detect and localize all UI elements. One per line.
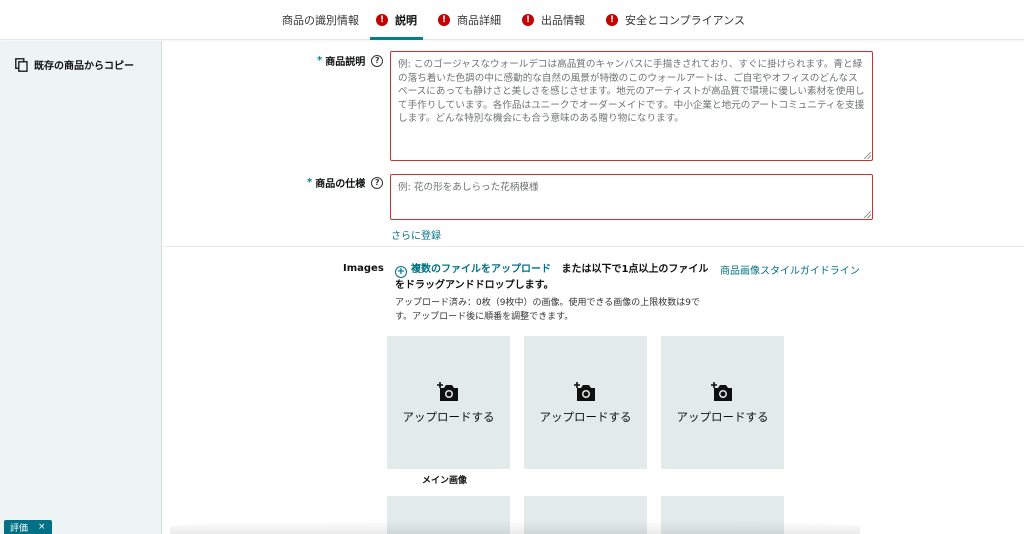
required-mark: * xyxy=(307,177,313,188)
camera-plus-icon xyxy=(436,381,458,401)
tab-description[interactable]: ! 説明 xyxy=(370,0,423,40)
main-image-label: メイン画像 xyxy=(422,476,468,486)
copy-icon xyxy=(15,57,28,72)
upload-slot-label: アップロードする xyxy=(676,409,769,424)
camera-plus-icon xyxy=(710,381,732,401)
image-upload-slot[interactable]: アップロードする xyxy=(524,336,647,469)
image-style-guide-link[interactable]: 商品画像スタイルガイドライン xyxy=(720,262,860,277)
camera-plus-icon xyxy=(573,381,595,401)
resize-handle[interactable] xyxy=(864,211,871,218)
footer-shadow xyxy=(170,520,860,534)
upload-slot-label: アップロードする xyxy=(539,409,632,424)
tab-offer[interactable]: ! 出品情報 xyxy=(522,0,585,40)
upload-slot-label: アップロードする xyxy=(402,409,495,424)
spec-label: * 商品の仕様 ? xyxy=(307,175,384,190)
sidebar: 既存の商品からコピー xyxy=(0,41,162,534)
alert-icon: ! xyxy=(438,14,450,26)
tab-label: 安全とコンプライアンス xyxy=(625,14,746,27)
alert-icon: ! xyxy=(522,14,534,26)
upload-instructions: + 複数のファイルをアップロード または以下で1点以上のファイルをドラッグアンドド… xyxy=(395,262,713,293)
resize-handle[interactable] xyxy=(864,152,871,159)
images-label: Images xyxy=(343,263,384,274)
required-mark: * xyxy=(317,55,323,66)
tab-label: 説明 xyxy=(395,14,417,27)
image-upload-slot[interactable]: アップロードする xyxy=(387,336,510,469)
tab-bar: 商品の識別情報 ! 説明 ! 商品詳細 ! 出品情報 ! 安全とコンプライアンス xyxy=(0,0,1024,40)
close-icon[interactable]: × xyxy=(38,522,46,532)
tab-label: 商品詳細 xyxy=(457,14,501,27)
feedback-label: 評価 xyxy=(10,523,29,534)
alert-icon: ! xyxy=(606,14,618,26)
tab-label: 出品情報 xyxy=(541,14,585,27)
plus-circle-icon: + xyxy=(395,266,407,278)
divider xyxy=(163,246,1024,247)
description-label: * 商品説明 ? xyxy=(317,53,384,68)
add-more-link[interactable]: さらに登録 xyxy=(391,227,441,242)
tab-safety-compliance[interactable]: ! 安全とコンプライアンス xyxy=(606,0,745,40)
copy-label: 既存の商品からコピー xyxy=(34,61,134,72)
description-label-text: 商品説明 xyxy=(325,57,366,68)
main-content: * 商品説明 ? * 商品の仕様 ? さらに登録 Images + 複数のファイル… xyxy=(163,41,1024,534)
image-upload-slot[interactable]: アップロードする xyxy=(661,336,784,469)
upload-multiple-files-link[interactable]: 複数のファイルをアップロード xyxy=(411,264,551,275)
help-icon[interactable]: ? xyxy=(371,176,384,189)
tab-label: 商品の識別情報 xyxy=(282,14,359,27)
tab-product-identity[interactable]: 商品の識別情報 xyxy=(282,0,359,40)
uploaded-count-note: アップロード済み：0枚（9枚中）の画像。使用できる画像の上限枚数は9です。アップ… xyxy=(395,298,701,322)
feedback-badge[interactable]: 評価 × xyxy=(4,520,52,534)
tab-product-details[interactable]: ! 商品詳細 xyxy=(438,0,501,40)
copy-from-existing-button[interactable]: 既存の商品からコピー xyxy=(15,57,134,72)
spec-label-text: 商品の仕様 xyxy=(315,179,366,190)
spec-textarea[interactable] xyxy=(390,174,873,220)
description-textarea[interactable] xyxy=(390,51,873,161)
help-icon[interactable]: ? xyxy=(371,54,384,67)
alert-icon: ! xyxy=(376,14,388,26)
